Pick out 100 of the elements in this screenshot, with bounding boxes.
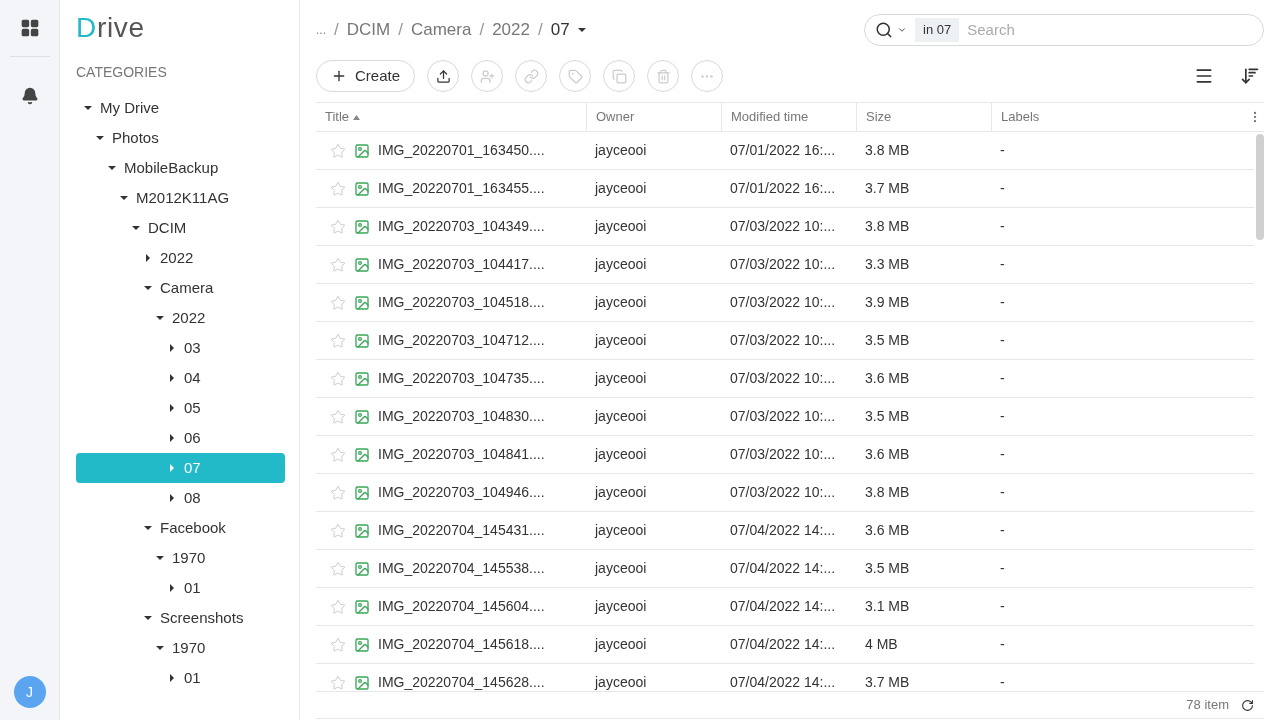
caret-icon[interactable] (577, 26, 586, 34)
file-name[interactable]: IMG_20220703_104417.... (378, 254, 545, 275)
star-icon[interactable] (330, 522, 346, 539)
caret-icon[interactable] (144, 524, 152, 532)
star-icon[interactable] (330, 142, 346, 159)
search-input[interactable]: Search (967, 18, 1253, 42)
breadcrumb-separator: / (537, 19, 543, 42)
tree-item[interactable]: 06 (76, 423, 285, 453)
caret-icon[interactable] (168, 584, 176, 592)
file-name[interactable]: IMG_20220703_104735.... (378, 368, 545, 389)
modified-cell-text: 07/03/2022 10:... (729, 369, 837, 388)
file-name[interactable]: IMG_20220701_163455.... (378, 178, 545, 199)
caret-icon[interactable] (168, 674, 176, 682)
caret-icon[interactable] (168, 344, 176, 352)
star-icon[interactable] (330, 294, 346, 311)
caret-icon[interactable] (168, 434, 176, 442)
tree-item[interactable]: 01 (76, 663, 285, 693)
notification-icon[interactable] (20, 87, 39, 105)
caret-icon[interactable] (120, 194, 128, 202)
size-cell-text: 3.5 MB (864, 407, 911, 426)
file-name[interactable]: IMG_20220703_104841.... (378, 444, 545, 465)
image-file-icon (354, 446, 370, 463)
tree-item[interactable]: Photos (76, 123, 285, 153)
breadcrumb-item[interactable]: 07 (550, 17, 570, 43)
scrollbar-thumb[interactable] (1256, 134, 1264, 240)
tree-item[interactable]: 01 (76, 573, 285, 603)
sort-ascending-icon[interactable] (353, 114, 361, 120)
caret-icon[interactable] (156, 644, 164, 652)
modified-cell-text: 07/03/2022 10:... (729, 445, 837, 464)
star-icon[interactable] (330, 446, 346, 463)
caret-icon[interactable] (132, 224, 140, 232)
caret-icon[interactable] (96, 134, 104, 142)
search-icon[interactable] (875, 21, 893, 39)
tree-item[interactable]: M2012K11AG (76, 183, 285, 213)
file-name[interactable]: IMG_20220703_104518.... (378, 292, 545, 313)
file-name[interactable]: IMG_20220704_145604.... (378, 596, 545, 617)
breadcrumb-item[interactable]: DCIM (346, 17, 391, 43)
caret-icon[interactable] (108, 164, 116, 172)
caret-icon[interactable] (168, 494, 176, 502)
column-header[interactable]: Size (866, 107, 892, 127)
breadcrumb-item[interactable]: 2022 (492, 17, 530, 43)
file-name[interactable]: IMG_20220703_104712.... (378, 330, 545, 351)
column-header[interactable]: Modified time (731, 107, 809, 127)
list-view-icon[interactable] (1194, 66, 1214, 86)
tree-item[interactable]: 03 (76, 333, 285, 363)
star-icon[interactable] (330, 674, 346, 691)
tree-item[interactable]: 05 (76, 393, 285, 423)
labels-cell-text: - (999, 255, 1006, 274)
caret-icon[interactable] (156, 554, 164, 562)
column-header[interactable]: Owner (596, 107, 635, 127)
tree-item[interactable]: MobileBackup (76, 153, 285, 183)
star-icon[interactable] (330, 598, 346, 615)
star-icon[interactable] (330, 370, 346, 387)
owner-cell-text: jayceooi (593, 217, 648, 236)
caret-icon[interactable] (168, 374, 176, 382)
tree-item[interactable]: 08 (76, 483, 285, 513)
star-icon[interactable] (330, 180, 346, 197)
tree-item[interactable]: 2022 (76, 243, 285, 273)
tree-item[interactable]: Camera (76, 273, 285, 303)
breadcrumb-item[interactable]: Camera (410, 17, 472, 43)
file-name[interactable]: IMG_20220701_163450.... (378, 140, 545, 161)
file-name[interactable]: IMG_20220703_104946.... (378, 482, 545, 503)
file-name[interactable]: IMG_20220703_104349.... (378, 216, 545, 237)
refresh-icon[interactable] (1241, 698, 1254, 712)
column-header[interactable]: Title (325, 107, 350, 127)
star-icon[interactable] (330, 332, 346, 349)
tree-item[interactable]: DCIM (76, 213, 285, 243)
star-icon[interactable] (330, 408, 346, 425)
modified-cell-text: 07/03/2022 10:... (729, 407, 837, 426)
file-name[interactable]: IMG_20220704_145618.... (378, 634, 545, 655)
tree-item[interactable]: My Drive (76, 93, 285, 123)
tree-item[interactable]: Facebook (76, 513, 285, 543)
caret-icon[interactable] (144, 284, 152, 292)
tree-item[interactable]: 1970 (76, 543, 285, 573)
breadcrumb-item[interactable]: ... (316, 21, 326, 39)
file-name[interactable]: IMG_20220704_145538.... (378, 558, 545, 579)
tree-item[interactable]: 2022 (76, 303, 285, 333)
file-name[interactable]: IMG_20220704_145431.... (378, 520, 545, 541)
tree-item[interactable]: 04 (76, 363, 285, 393)
modified-cell-text: 07/03/2022 10:... (729, 217, 837, 236)
sort-icon[interactable] (1240, 66, 1260, 86)
caret-icon[interactable] (144, 254, 152, 262)
apps-icon[interactable] (19, 18, 40, 38)
star-icon[interactable] (330, 484, 346, 501)
caret-icon[interactable] (156, 314, 164, 322)
file-name[interactable]: IMG_20220703_104830.... (378, 406, 545, 427)
star-icon[interactable] (330, 560, 346, 577)
star-icon[interactable] (330, 256, 346, 273)
labels-cell-text: - (999, 369, 1006, 388)
star-icon[interactable] (330, 636, 346, 653)
column-header[interactable]: Labels (1001, 107, 1040, 127)
caret-icon[interactable] (144, 614, 152, 622)
tree-item[interactable]: 1970 (76, 633, 285, 663)
caret-icon[interactable] (84, 104, 92, 112)
caret-icon[interactable] (168, 404, 176, 412)
star-icon[interactable] (330, 218, 346, 235)
image-file-icon (354, 294, 370, 311)
file-name[interactable]: IMG_20220704_145628.... (378, 672, 545, 691)
tree-item[interactable]: Screenshots (76, 603, 285, 633)
labels-cell-text: - (999, 179, 1006, 198)
